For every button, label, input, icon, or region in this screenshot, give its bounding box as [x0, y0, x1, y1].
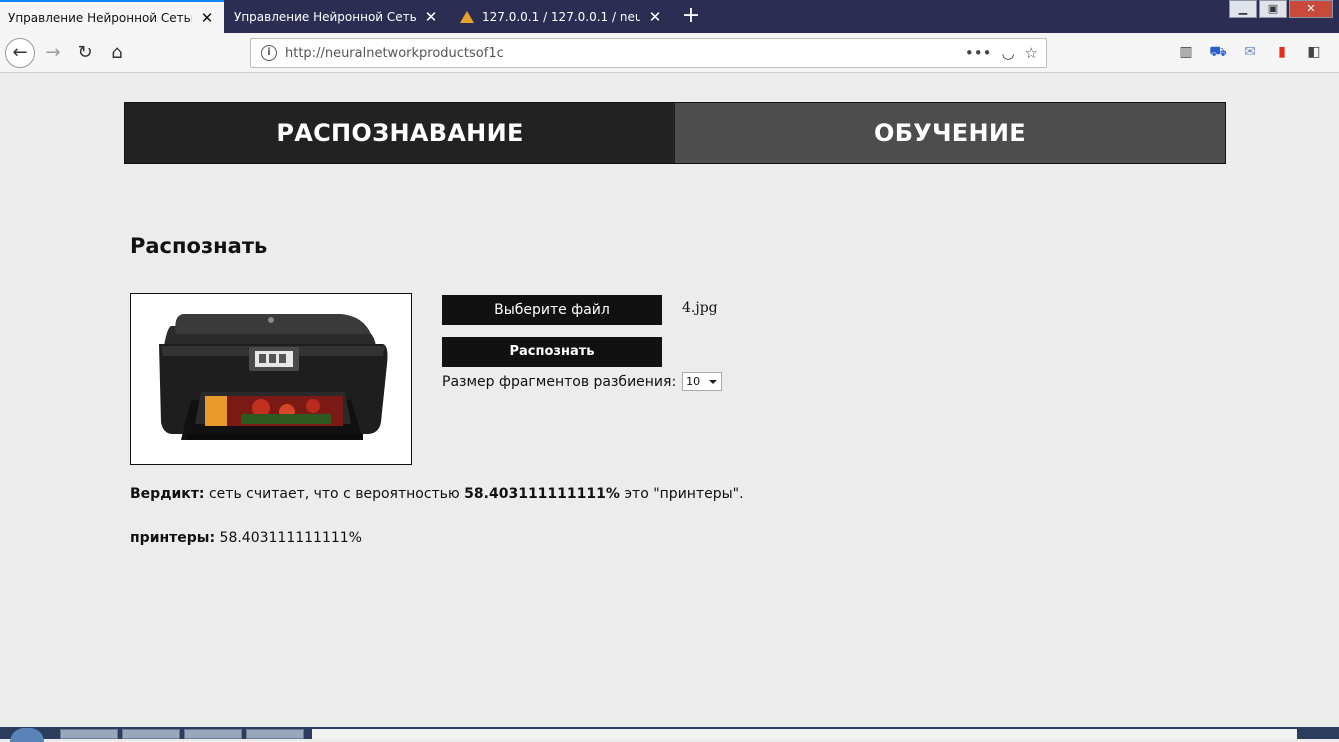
- navigation-bar: ← → ↻ ⌂ i http://neuralnetworkproductsof…: [0, 33, 1339, 73]
- tab-training[interactable]: ОБУЧЕНИЕ: [675, 103, 1225, 163]
- recognize-button[interactable]: Распознать: [442, 337, 662, 367]
- bookmark-star-icon[interactable]: ☆: [1025, 44, 1038, 62]
- verdict-probability: 58.403111111111%: [464, 486, 620, 502]
- verdict-text-after: это "принтеры".: [624, 486, 744, 502]
- taskbar-item[interactable]: [122, 729, 180, 739]
- browser-tab-3[interactable]: 127.0.0.1 / 127.0.0.1 / neural_ne ✕: [450, 0, 672, 33]
- selected-file-name: 4.jpg: [682, 300, 718, 316]
- phpmyadmin-icon: [458, 10, 476, 24]
- window-close-icon[interactable]: ✕: [1289, 0, 1333, 18]
- url-bar[interactable]: i http://neuralnetworkproductsof1c ••• ◡…: [250, 38, 1047, 68]
- library-icon[interactable]: ▥: [1175, 41, 1197, 63]
- cart-icon[interactable]: ⛟: [1207, 41, 1229, 63]
- choose-file-button[interactable]: Выберите файл: [442, 295, 662, 325]
- os-taskbar: [0, 727, 1339, 742]
- minimize-icon[interactable]: ▁: [1229, 0, 1257, 18]
- browser-tab-1[interactable]: Управление Нейронной Сетью ✕: [0, 0, 224, 33]
- class-result: принтеры: 58.403111111111%: [130, 530, 362, 546]
- fragment-size-select[interactable]: 10: [682, 372, 723, 391]
- taskbar-item[interactable]: [60, 729, 118, 739]
- tab-title: Управление Нейронной Сетью: [234, 9, 416, 24]
- info-icon[interactable]: i: [261, 45, 277, 61]
- tab-recognize[interactable]: РАСПОЗНАВАНИЕ: [125, 103, 675, 163]
- fragment-size-value: 10: [686, 375, 701, 388]
- class-value: 58.403111111111%: [219, 530, 362, 546]
- class-label: принтеры:: [130, 530, 216, 546]
- window-controls: ▁ ▣ ✕: [1227, 0, 1333, 18]
- verdict-text-before: сеть считает, что с вероятностью: [208, 486, 460, 502]
- close-icon[interactable]: ✕: [198, 9, 216, 27]
- fragment-size-label: Размер фрагментов разбиения:: [442, 373, 677, 390]
- tab-title: 127.0.0.1 / 127.0.0.1 / neural_ne: [482, 9, 640, 24]
- back-icon[interactable]: ←: [5, 38, 35, 68]
- pocket-icon[interactable]: ◡: [1001, 44, 1014, 62]
- verdict-text: Вердикт: сеть считает, что с вероятность…: [130, 486, 744, 502]
- fragment-size-row: Размер фрагментов разбиения: 10: [442, 372, 723, 391]
- tab-title: Управление Нейронной Сетью: [8, 10, 192, 25]
- taskbar-item[interactable]: [184, 729, 242, 739]
- browser-tab-bar: Управление Нейронной Сетью ✕ Управление …: [0, 0, 1339, 33]
- forward-icon[interactable]: →: [38, 38, 68, 68]
- mail-icon[interactable]: ✉: [1239, 41, 1261, 63]
- close-icon[interactable]: ✕: [422, 8, 440, 26]
- url-input[interactable]: http://neuralnetworkproductsof1c: [285, 46, 965, 61]
- home-icon[interactable]: ⌂: [102, 38, 132, 68]
- image-preview: [130, 293, 412, 465]
- taskbar-item[interactable]: [246, 729, 304, 739]
- verdict-label: Вердикт:: [130, 486, 205, 502]
- sidebar-icon[interactable]: ◧: [1303, 41, 1325, 63]
- section-title: Распознать: [130, 234, 268, 258]
- taskbar-strip: [312, 729, 1297, 739]
- printer-image: [159, 314, 388, 440]
- maximize-icon[interactable]: ▣: [1259, 0, 1287, 18]
- new-tab-button[interactable]: +: [677, 3, 705, 31]
- browser-tab-2[interactable]: Управление Нейронной Сетью ✕: [226, 0, 448, 33]
- close-icon[interactable]: ✕: [646, 8, 664, 26]
- flag-icon[interactable]: ▮: [1271, 41, 1293, 63]
- page-actions-icon[interactable]: •••: [965, 44, 992, 62]
- mode-tabs: РАСПОЗНАВАНИЕ ОБУЧЕНИЕ: [124, 102, 1226, 164]
- start-button[interactable]: [10, 728, 44, 742]
- reload-icon[interactable]: ↻: [70, 38, 100, 68]
